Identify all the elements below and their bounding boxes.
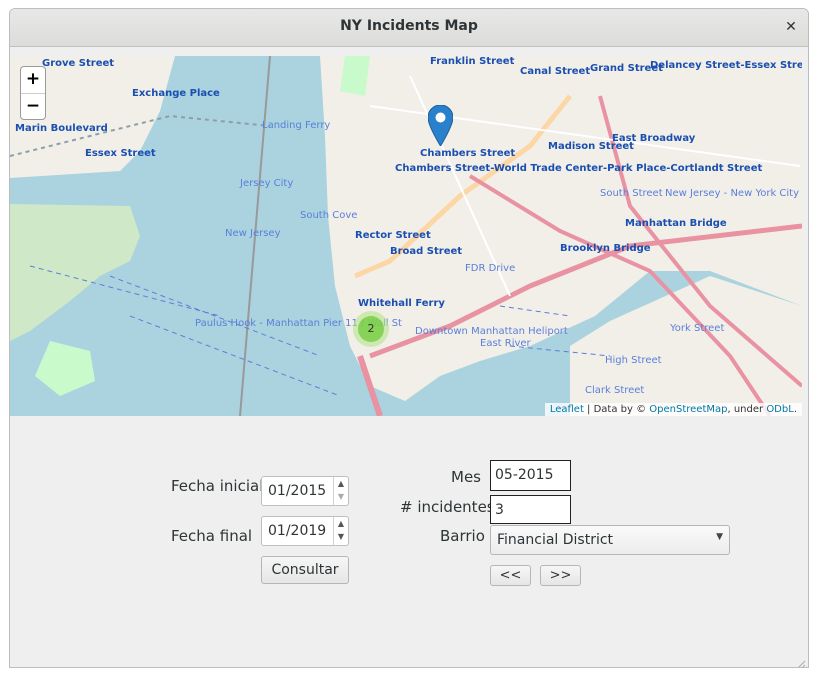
spin-buttons: ▲ ▼ — [333, 477, 348, 505]
attribution-text: , under — [727, 404, 767, 415]
close-icon[interactable]: ✕ — [780, 16, 802, 38]
map-place-label: High Street — [605, 355, 662, 366]
barrio-value: Financial District — [497, 532, 614, 548]
title-bar: NY Incidents Map ✕ — [10, 9, 808, 47]
barrio-label: Barrio — [440, 527, 485, 545]
map-place-label: Exchange Place — [132, 88, 220, 99]
resize-grip-icon[interactable] — [796, 655, 806, 667]
spin-up-icon[interactable]: ▲ — [334, 477, 348, 490]
map-place-label: Manhattan Bridge — [625, 218, 727, 229]
marker-cluster[interactable]: 2 — [353, 311, 389, 347]
map-place-label: East Broadway — [612, 133, 696, 144]
map-place-label: FDR Drive — [465, 263, 515, 274]
map-tiles: Grove Street Exchange Place Marin Boulevar… — [10, 56, 802, 416]
map-place-label: Clark Street — [585, 385, 644, 396]
map-place-label: New Jersey - New York City — [665, 188, 799, 199]
zoom-in-button[interactable]: + — [21, 67, 45, 94]
map-place-label: Chambers Street — [420, 148, 515, 159]
window-title: NY Incidents Map — [340, 18, 478, 34]
consultar-button[interactable]: Consultar — [261, 556, 349, 584]
map-place-label: Delancey Street-Essex Street — [650, 60, 802, 71]
map-place-label: Brooklyn Bridge — [560, 243, 651, 254]
attribution-text: . — [793, 404, 797, 415]
map-place-label: Essex Street — [85, 148, 156, 159]
incidentes-label: # incidentes — [400, 498, 495, 516]
next-button[interactable]: >> — [540, 565, 581, 586]
map-place-label: Broad Street — [390, 246, 462, 257]
fecha-inicial-spinbox[interactable]: 01/2015 ▲ ▼ — [261, 476, 349, 506]
map-place-label: Canal Street — [520, 66, 590, 77]
map-place-label: East River — [480, 338, 532, 349]
map-pin-icon[interactable] — [427, 104, 454, 147]
map-place-label: Marin Boulevard — [15, 123, 108, 134]
map-place-label: Downtown Manhattan Heliport — [415, 326, 568, 337]
cluster-count: 2 — [358, 316, 384, 342]
map-place-label: South Street — [600, 188, 663, 199]
spin-down-icon[interactable]: ▼ — [334, 490, 348, 503]
map-place-label: Chambers Street-World Trade Center-Park … — [395, 163, 762, 174]
app-window: NY Incidents Map ✕ Grove Street Exchange … — [9, 8, 809, 668]
spin-buttons: ▲ ▼ — [333, 517, 348, 545]
mes-field[interactable]: 05-2015 — [490, 460, 571, 491]
mes-label: Mes — [451, 468, 481, 486]
odbl-link[interactable]: ODbL — [766, 404, 794, 415]
map-place-label: South Cove — [300, 210, 357, 221]
fecha-inicial-value: 01/2015 — [268, 483, 327, 499]
zoom-control: + − — [20, 66, 46, 120]
barrio-dropdown[interactable]: Financial District ▼ — [490, 525, 730, 555]
map-place-label: Franklin Street — [430, 56, 515, 67]
zoom-out-button[interactable]: − — [21, 94, 45, 120]
leaflet-link[interactable]: Leaflet — [550, 404, 584, 415]
fecha-final-label: Fecha final — [171, 527, 253, 545]
osm-link[interactable]: OpenStreetMap — [649, 404, 727, 415]
map-view[interactable]: Grove Street Exchange Place Marin Boulevar… — [10, 56, 802, 416]
map-place-label: Whitehall Ferry — [358, 298, 445, 309]
chevron-down-icon: ▼ — [716, 532, 723, 542]
map-place-label: New Jersey — [225, 228, 281, 239]
map-attribution: Leaflet | Data by © OpenStreetMap, under… — [544, 403, 802, 416]
map-place-label: Landing Ferry — [262, 120, 330, 131]
spin-down-icon[interactable]: ▼ — [334, 530, 348, 543]
spin-up-icon[interactable]: ▲ — [334, 517, 348, 530]
map-place-label: Rector Street — [355, 230, 431, 241]
incidentes-field[interactable]: 3 — [490, 495, 571, 524]
map-place-label: Grove Street — [42, 58, 114, 69]
fecha-inicial-label: Fecha inicial — [171, 477, 264, 495]
fecha-final-spinbox[interactable]: 01/2019 ▲ ▼ — [261, 516, 349, 546]
map-place-label: York Street — [669, 323, 724, 334]
fecha-final-value: 01/2019 — [268, 523, 327, 539]
map-place-label: Jersey City — [239, 178, 293, 189]
prev-button[interactable]: << — [490, 565, 531, 586]
attribution-text: | Data by © — [583, 404, 650, 415]
